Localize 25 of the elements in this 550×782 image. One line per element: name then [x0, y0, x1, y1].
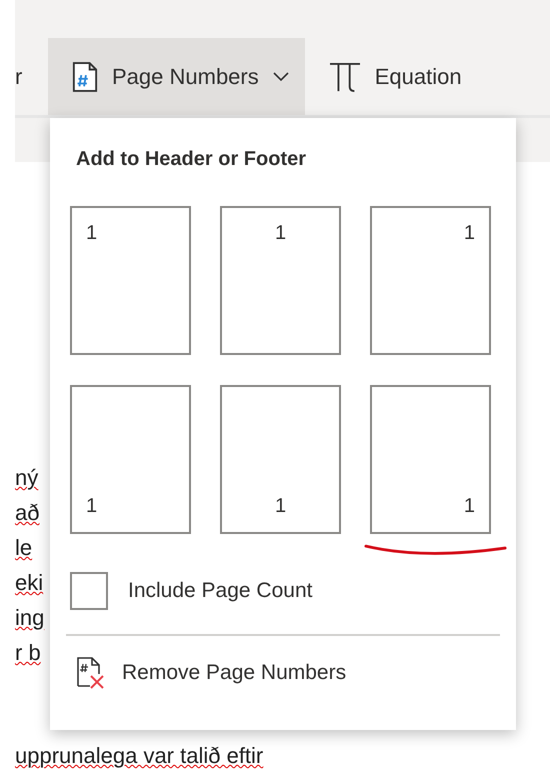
- page-number-position-option[interactable]: 1: [220, 206, 341, 355]
- document-text: r b: [15, 639, 41, 667]
- page-number-position-option[interactable]: 1: [370, 206, 491, 355]
- document-text: eki: [15, 569, 44, 597]
- menu-title: Add to Header or Footer: [75, 148, 308, 171]
- document-text: upprunalega var talið eftir: [15, 742, 264, 770]
- document-text: le: [15, 534, 32, 562]
- document-text: að: [15, 499, 40, 527]
- remove-page-numbers-item[interactable]: Remove Page Numbers: [70, 656, 496, 690]
- page-numbers-button[interactable]: Page Numbers: [48, 38, 305, 115]
- page-number-position-option[interactable]: 1: [220, 385, 341, 534]
- page-number-icon: [72, 60, 98, 92]
- ribbon-label[interactable]: r: [15, 38, 48, 115]
- chevron-down-icon: [272, 72, 289, 82]
- document-text: ný: [15, 464, 38, 492]
- page-number-position-option[interactable]: 1: [70, 206, 191, 355]
- document-text: ing: [15, 604, 44, 632]
- page-number-position-option[interactable]: 1: [370, 385, 491, 534]
- page-number-position-option[interactable]: 1: [70, 385, 191, 534]
- include-page-count-checkbox[interactable]: Include Page Count: [70, 572, 496, 610]
- pi-icon: [328, 62, 361, 92]
- remove-page-number-icon: [76, 656, 106, 690]
- checkbox-label: Include Page Count: [128, 579, 312, 603]
- checkbox[interactable]: [70, 572, 108, 610]
- equation-button[interactable]: Equation: [304, 38, 478, 115]
